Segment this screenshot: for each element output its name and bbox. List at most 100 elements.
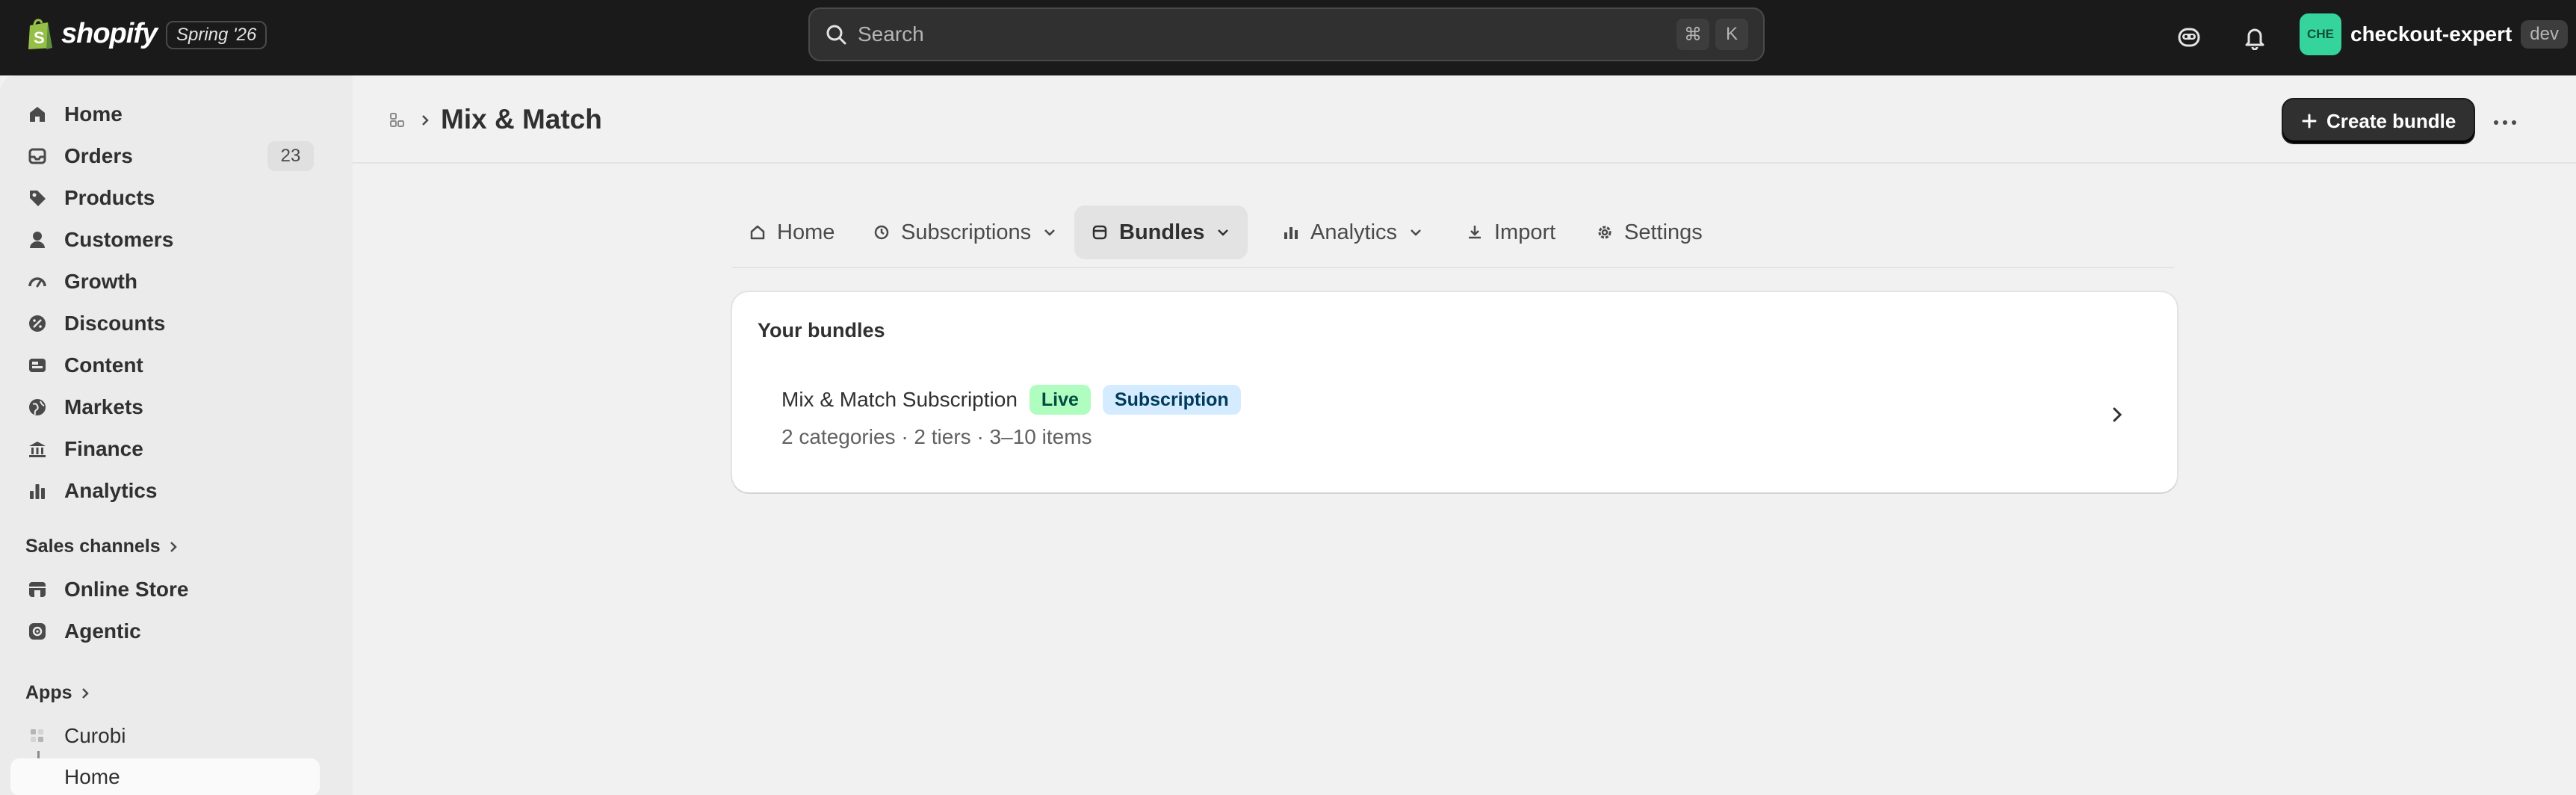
account-menu[interactable]: CHE checkout-expert dev [2300,12,2568,57]
tab-bundles[interactable]: Bundles [1074,205,1248,259]
tab-analytics[interactable]: Analytics [1266,205,1440,259]
main-content: Mix & Match Create bundle Home Subscript… [353,75,2576,795]
sidebar-item-label: Discounts [64,312,166,335]
sidebar-item-online-store[interactable]: Online Store [10,570,320,609]
tab-label: Analytics [1310,220,1398,244]
download-icon [1466,223,1484,241]
sidebar-item-label: Growth [64,270,137,293]
shopify-wordmark: shopify [61,17,158,49]
more-actions-button[interactable] [2485,102,2525,143]
dev-badge: dev [2521,20,2568,49]
sales-channels-label: Sales channels [25,536,161,557]
home-icon [749,223,767,241]
page-title: Mix & Match [441,104,602,134]
avatar: CHE [2300,13,2341,55]
search-icon [825,23,847,46]
tab-subscriptions[interactable]: Subscriptions [856,205,1074,259]
sidebar-item-agentic[interactable]: Agentic [10,612,320,651]
sidebar-item-label: Analytics [64,479,158,502]
sidebar-item-analytics[interactable]: Analytics [10,471,320,510]
type-badge: Subscription [1102,385,1241,415]
plus-icon [2301,113,2318,129]
tab-label: Import [1494,220,1556,244]
version-badge[interactable]: Spring '26 [166,21,267,49]
gear-icon [1596,223,1614,241]
sidebar-item-markets[interactable]: Markets [10,388,320,427]
search-placeholder: Search [858,22,924,46]
apps-heading[interactable]: Apps [25,682,90,704]
sidebar-item-products[interactable]: Products [10,179,320,217]
k-key: K [1715,19,1748,50]
sidekick-button[interactable] [2168,16,2210,58]
sidebar-item-label: Home [64,102,123,126]
bell-icon [2243,25,2267,50]
search-bar[interactable]: Search ⌘ K [808,7,1765,61]
ellipsis-icon [2493,120,2517,126]
shopify-bag-icon: S [25,16,55,51]
sidebar-item-content[interactable]: Content [10,346,320,385]
breadcrumb-chevron-icon [420,111,430,129]
bar-chart-icon [1282,223,1300,241]
sidebar-item-curobi[interactable]: Curobi [10,717,320,755]
apps-label: Apps [25,682,72,703]
agentic-icon [25,619,49,643]
notifications-button[interactable] [2234,16,2276,58]
bundles-card: Your bundles Mix & Match Subscription Li… [732,292,2177,492]
bank-icon [25,437,49,461]
tab-settings[interactable]: Settings [1579,205,1719,259]
sidebar-item-label: Markets [64,395,143,418]
sidebar-item-label: Finance [64,437,143,460]
sidebar-item-orders[interactable]: Orders 23 [10,137,320,176]
sidebar-item-discounts[interactable]: Discounts [10,304,320,343]
command-key: ⌘ [1676,19,1709,50]
sidebar-item-label: Curobi [64,724,126,747]
tag-icon [25,186,49,210]
sidebar-item-label: Online Store [64,578,189,601]
create-bundle-button[interactable]: Create bundle [2283,99,2474,143]
chevron-right-icon [2110,404,2125,425]
orders-count-badge: 23 [267,141,314,171]
tab-home[interactable]: Home [732,205,851,259]
sidebar: Home Orders 23 Products Customers Growth… [0,75,353,795]
gauge-icon [25,270,49,294]
sidebar-item-home[interactable]: Home [10,95,320,134]
globe-icon [25,395,49,419]
create-bundle-label: Create bundle [2326,109,2456,132]
bundle-name-line: Mix & Match Subscription Live Subscripti… [781,385,1241,415]
chevron-right-icon [80,687,90,700]
app-grid-icon [25,724,49,748]
sidebar-item-label: Content [64,353,143,377]
tab-label: Subscriptions [901,220,1032,244]
top-bar: S shopify Spring '26 Search ⌘ K CHE chec… [0,0,2576,75]
sidekick-icon [2176,25,2202,50]
svg-text:S: S [34,28,45,47]
app-tabs: Home Subscriptions Bundles Analytics Imp… [732,202,2174,268]
tab-label: Home [777,220,835,244]
bundle-row[interactable]: Mix & Match Subscription Live Subscripti… [758,374,2152,457]
content-icon [25,353,49,377]
status-badge: Live [1029,385,1091,415]
person-icon [25,228,49,252]
inbox-icon [25,144,49,168]
store-icon [25,578,49,601]
tab-label: Bundles [1119,220,1205,244]
chevron-down-icon [1215,224,1231,241]
sidebar-item-label: Home [64,765,120,788]
page-header: Mix & Match Create bundle [353,75,2576,164]
sidebar-item-finance[interactable]: Finance [10,430,320,468]
search-shortcut: ⌘ K [1676,19,1748,50]
sales-channels-heading[interactable]: Sales channels [25,536,179,557]
sidebar-item-customers[interactable]: Customers [10,220,320,259]
shopify-logo[interactable]: S shopify [25,16,158,51]
sidebar-item-growth[interactable]: Growth [10,262,320,301]
app-grid-icon[interactable] [388,111,406,129]
chevron-down-icon [1408,224,1424,241]
store-name: checkout-expert [2350,22,2512,46]
bundle-name: Mix & Match Subscription [781,388,1018,411]
subscription-icon [873,223,891,241]
tab-import[interactable]: Import [1449,205,1572,259]
discount-icon [25,312,49,335]
bundle-icon [1091,223,1109,241]
sidebar-item-app-home[interactable]: Home [10,758,320,795]
